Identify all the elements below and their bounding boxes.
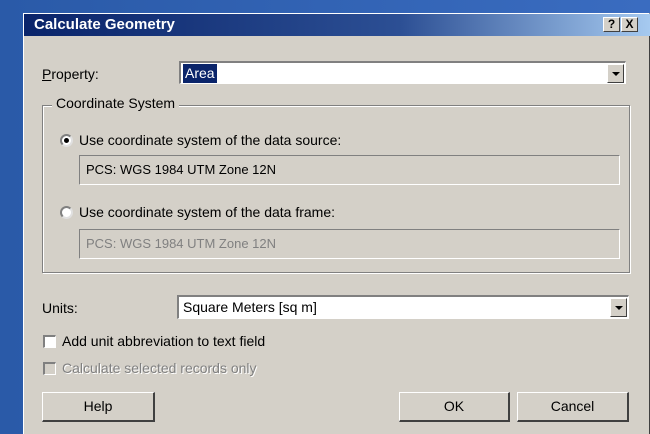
property-dropdown-arrow-icon[interactable] [607, 64, 624, 83]
add-abbreviation-checkbox[interactable] [43, 335, 56, 348]
selected-records-checkbox [43, 362, 56, 375]
help-button[interactable]: Help [42, 392, 155, 422]
title-bar[interactable]: Calculate Geometry ? X [24, 14, 650, 36]
close-button[interactable]: X [621, 17, 638, 32]
radio-selected-dot-icon [64, 138, 69, 143]
property-value: Area [183, 64, 217, 83]
coordinate-system-legend: Coordinate System [52, 95, 180, 111]
data-frame-radio-label[interactable]: Use coordinate system of the data frame: [79, 204, 335, 220]
data-frame-cs-field: PCS: WGS 1984 UTM Zone 12N [79, 229, 620, 259]
units-label: Units: [42, 300, 78, 316]
units-value: Square Meters [sq m] [183, 299, 317, 315]
units-dropdown[interactable]: Square Meters [sq m] [177, 295, 629, 319]
property-dropdown[interactable]: Area [179, 61, 626, 84]
units-dropdown-arrow-icon[interactable] [610, 298, 627, 317]
data-source-radio[interactable] [60, 134, 73, 147]
data-source-cs-field: PCS: WGS 1984 UTM Zone 12N [79, 155, 620, 185]
dialog-title: Calculate Geometry [34, 16, 175, 33]
calculate-geometry-dialog: Calculate Geometry ? X Property: Area Co… [23, 13, 650, 434]
cancel-button[interactable]: Cancel [517, 392, 629, 422]
add-abbreviation-label[interactable]: Add unit abbreviation to text field [62, 333, 265, 349]
data-source-radio-label[interactable]: Use coordinate system of the data source… [79, 132, 341, 148]
data-frame-radio[interactable] [60, 206, 73, 219]
property-label: Property: [42, 66, 99, 82]
help-title-button[interactable]: ? [603, 17, 620, 32]
ok-button[interactable]: OK [399, 392, 510, 422]
selected-records-label: Calculate selected records only [62, 360, 257, 376]
